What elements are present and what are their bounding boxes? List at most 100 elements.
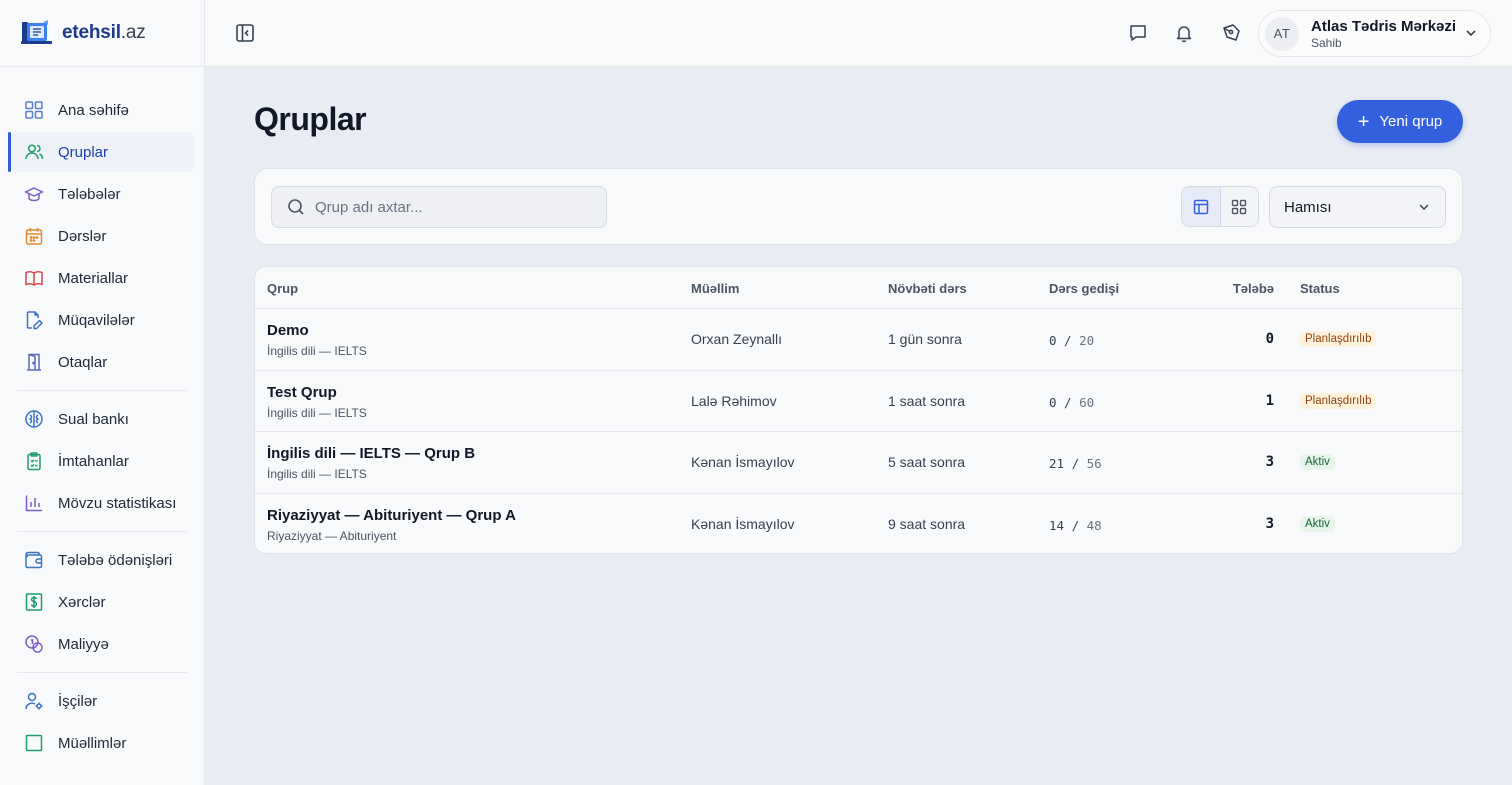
group-next-lesson: 1 gün sonra xyxy=(888,331,962,347)
sidebar-item-brain[interactable]: Sual bankı xyxy=(9,399,195,439)
group-name[interactable]: Test Qrup xyxy=(267,384,337,401)
group-teacher: Kənan İsmayılov xyxy=(691,454,795,470)
header-group[interactable]: Qrup xyxy=(267,281,298,296)
sidebar-item-clipboard[interactable]: İmtahanlar xyxy=(9,441,195,481)
sidebar-item-user-gear[interactable]: İşçilər xyxy=(9,681,195,721)
group-course: İngilis dili — IELTS xyxy=(267,405,367,420)
sidebar-item-teacher[interactable]: Müəllimlər xyxy=(9,723,195,763)
graduation-cap-icon xyxy=(24,184,44,204)
user-menu[interactable]: AT Atlas Tədris Mərkəzi Sahib xyxy=(1258,10,1491,57)
page-title: Qruplar xyxy=(254,101,367,137)
sidebar-toggle-icon[interactable] xyxy=(233,21,257,45)
sidebar-item-contract[interactable]: Müqavilələr xyxy=(9,300,195,340)
brand-name: etehsil.az xyxy=(62,22,146,43)
sidebar-item-door[interactable]: Otaqlar xyxy=(9,342,195,382)
search-box[interactable] xyxy=(271,186,607,228)
sidebar-item-label: Dərslər xyxy=(58,227,107,245)
group-progress: 0 / 60 xyxy=(1049,394,1095,410)
group-course: İngilis dili — IELTS xyxy=(267,344,367,358)
group-student-count: 1 xyxy=(1265,392,1274,409)
table-row[interactable]: Demo İngilis dili — IELTS Orxan Zeynallı 1 … xyxy=(255,309,1462,371)
bar-chart-icon xyxy=(24,493,44,513)
sidebar-item-label: Materiallar xyxy=(58,269,129,287)
topbar: AT Atlas Tədris Mərkəzi Sahib xyxy=(205,0,1512,67)
group-name[interactable]: Demo xyxy=(267,322,309,339)
sidebar-item-calendar[interactable]: Dərslər xyxy=(9,216,195,256)
sidebar-item-book[interactable]: Materiallar xyxy=(9,258,195,298)
teacher-icon xyxy=(24,733,44,753)
group-next-lesson: 1 saat sonra xyxy=(888,392,966,409)
header-progress[interactable]: Dərs gedişi xyxy=(1049,281,1119,296)
logo-icon xyxy=(21,20,53,46)
sidebar-item-bar-chart[interactable]: Mövzu statistikası xyxy=(9,483,195,523)
table-body: Demo İngilis dili — IELTS Orxan Zeynallı 1 … xyxy=(255,309,1462,554)
group-student-count: 0 xyxy=(1265,331,1274,347)
sidebar-item-label: Otaqlar xyxy=(58,353,108,371)
table-view-icon[interactable] xyxy=(1182,187,1220,226)
book-icon xyxy=(24,268,44,288)
group-teacher: Orxan Zeynallı xyxy=(691,331,783,347)
sidebar-item-dollar[interactable]: Xərclər xyxy=(9,582,195,622)
group-progress: 14 / 48 xyxy=(1049,517,1102,533)
status-badge: Planlaşdırılıb xyxy=(1300,331,1377,347)
table-row[interactable]: İngilis dili — IELTS — Qrup B İngilis dil… xyxy=(255,432,1462,494)
table-row[interactable]: Test Qrup İngilis dili — IELTS Lalə Rəhimo… xyxy=(255,371,1462,432)
group-student-count: 3 xyxy=(1265,454,1274,470)
plus-icon: + xyxy=(1357,110,1370,133)
users-icon xyxy=(24,142,44,162)
user-gear-icon xyxy=(24,691,44,711)
sidebar-item-coins[interactable]: Maliyyə xyxy=(9,624,195,664)
groups-table: Qrup Müəllim Növbəti dərs Dərs gedişi Tə… xyxy=(254,266,1463,554)
search-input[interactable] xyxy=(315,198,595,216)
nav-divider xyxy=(17,390,187,391)
table-header: Qrup Müəllim Növbəti dərs Dərs gedişi Tə… xyxy=(255,267,1462,309)
view-toggle xyxy=(1181,186,1259,227)
sidebar-item-label: Müqavilələr xyxy=(58,311,135,329)
header-next-lesson[interactable]: Növbəti dərs xyxy=(888,281,967,296)
header-teacher[interactable]: Müəllim xyxy=(691,281,739,296)
grid-view-icon[interactable] xyxy=(1219,187,1258,226)
contract-icon xyxy=(24,310,44,330)
status-badge: Aktiv xyxy=(1300,454,1335,470)
avatar: AT xyxy=(1265,16,1299,51)
sidebar-item-wallet[interactable]: Tələbə ödənişləri xyxy=(9,540,195,580)
sidebar-item-users[interactable]: Qruplar xyxy=(8,132,195,172)
pen-tool-icon[interactable] xyxy=(1219,21,1243,45)
sidebar-item-grid[interactable]: Ana səhifə xyxy=(9,90,195,130)
sidebar-item-label: Tələbələr xyxy=(58,185,121,203)
table-row[interactable]: Riyaziyyat — Abituriyent — Qrup A Riyaziy… xyxy=(255,494,1462,554)
door-icon xyxy=(24,352,44,372)
sidebar: etehsil.az Ana səhifə Qruplar Tələbələr Dər… xyxy=(0,0,205,785)
header-students[interactable]: Tələbə xyxy=(1233,281,1274,296)
group-name[interactable]: Riyaziyyat — Abituriyent — Qrup A xyxy=(267,507,516,524)
search-icon xyxy=(287,198,305,216)
group-next-lesson: 5 saat sonra xyxy=(888,454,966,470)
wallet-icon xyxy=(24,550,44,570)
clipboard-icon xyxy=(24,451,44,471)
filter-bar: Hamısı xyxy=(254,168,1463,245)
sidebar-item-label: Maliyyə xyxy=(58,635,109,653)
user-role: Sahib xyxy=(1311,35,1342,50)
brand[interactable]: etehsil.az xyxy=(0,0,204,67)
bell-icon[interactable] xyxy=(1172,21,1196,45)
new-group-button[interactable]: + Yeni qrup xyxy=(1337,100,1463,143)
status-filter-select[interactable]: Hamısı xyxy=(1269,186,1446,228)
header-status[interactable]: Status xyxy=(1300,281,1340,296)
group-student-count: 3 xyxy=(1265,515,1274,532)
sidebar-item-label: İmtahanlar xyxy=(58,452,129,470)
coins-icon xyxy=(24,634,44,654)
sidebar-item-label: İşçilər xyxy=(58,692,98,710)
sidebar-item-graduation-cap[interactable]: Tələbələr xyxy=(9,174,195,214)
group-progress: 21 / 56 xyxy=(1049,456,1102,471)
nav-divider xyxy=(17,531,187,532)
group-name[interactable]: İngilis dili — IELTS — Qrup B xyxy=(267,445,475,462)
group-course: Riyaziyyat — Abituriyent xyxy=(267,528,397,543)
status-badge: Planlaşdırılıb xyxy=(1300,392,1377,409)
grid-icon xyxy=(24,100,44,120)
user-name: Atlas Tədris Mərkəzi xyxy=(1311,17,1457,35)
messages-icon[interactable] xyxy=(1126,21,1150,45)
brain-icon xyxy=(24,409,44,429)
dollar-icon xyxy=(24,592,44,612)
sidebar-item-label: Müəllimlər xyxy=(58,734,127,752)
group-course: İngilis dili — IELTS xyxy=(267,467,367,481)
